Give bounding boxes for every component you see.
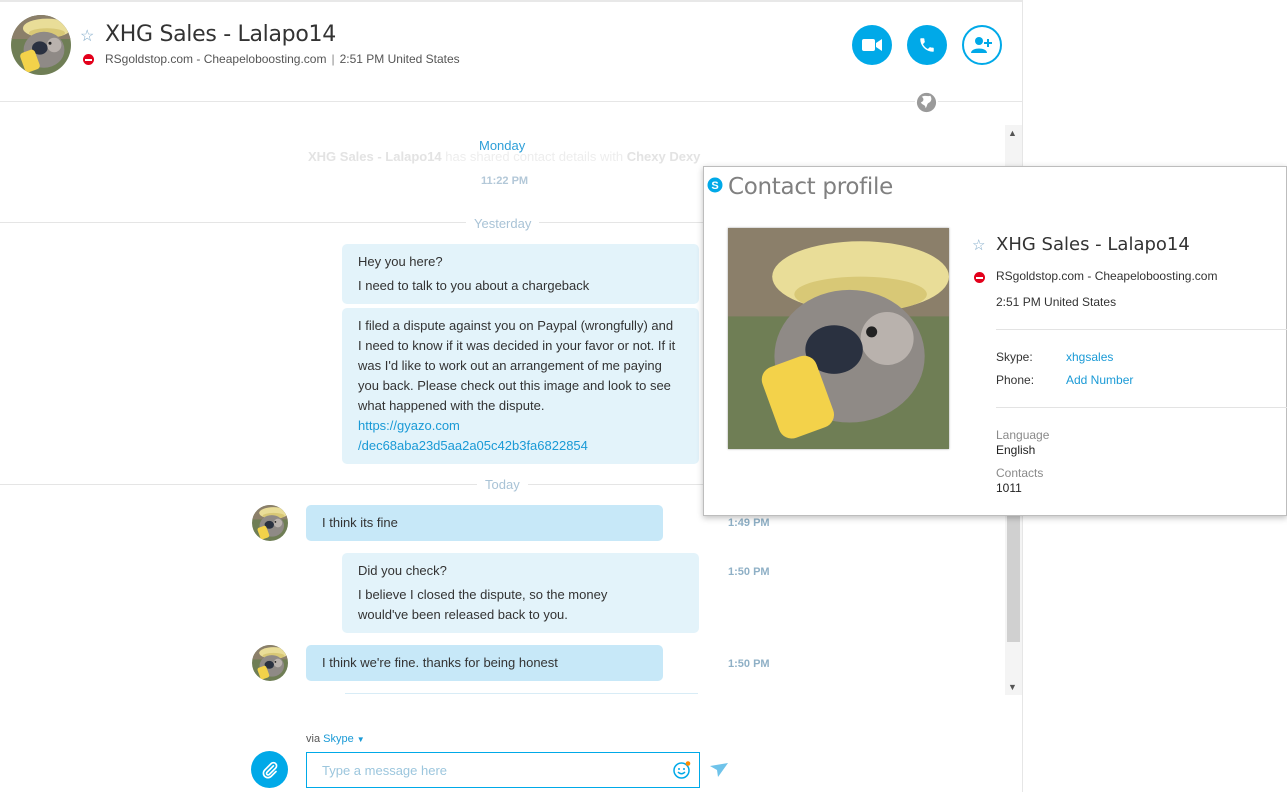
message-text: I think we're fine. thanks for being hon… — [322, 655, 558, 670]
profile-title: Contact profile — [728, 174, 893, 200]
sender-avatar[interactable] — [252, 505, 288, 541]
contacts-count: 1011 — [996, 481, 1022, 495]
scroll-down-icon[interactable]: ▼ — [1008, 682, 1017, 692]
scroll-up-icon[interactable]: ▲ — [1008, 128, 1017, 138]
favorite-star-icon[interactable]: ☆ — [972, 236, 985, 254]
send-button[interactable] — [710, 762, 728, 778]
emoticon-button[interactable] — [672, 760, 692, 780]
skype-name-link[interactable]: xhgsales — [1066, 350, 1113, 364]
attach-file-button[interactable] — [251, 751, 288, 788]
profile-mood: RSgoldstop.com - Cheapeloboosting.com — [996, 269, 1218, 283]
via-service[interactable]: Skype — [323, 733, 354, 745]
subtitle-separator: | — [331, 52, 335, 66]
contacts-label: Contacts — [996, 466, 1044, 480]
message-input[interactable] — [306, 752, 700, 788]
paperclip-icon — [262, 761, 277, 779]
send-arrow-icon — [710, 763, 728, 777]
skype-label: Skype: — [996, 350, 1033, 364]
message-line: I need to talk to you about a chargeback — [358, 278, 590, 293]
do-not-disturb-status-icon — [83, 54, 94, 65]
profile-local-time: 2:51 PM United States — [996, 295, 1117, 309]
audio-call-button[interactable] — [907, 25, 947, 65]
profile-name: XHG Sales - Lalapo14 — [996, 234, 1190, 255]
add-number-link[interactable]: Add Number — [1066, 373, 1133, 387]
message-bubble[interactable]: I filed a dispute against you on Paypal … — [342, 308, 699, 464]
event-action: has shared contact details with — [445, 149, 624, 164]
message-bubble[interactable]: I think its fine — [306, 505, 663, 541]
message-time: 1:49 PM — [728, 517, 770, 529]
message-line: Did you check? — [358, 563, 447, 578]
smiley-icon — [673, 761, 691, 779]
chevron-down-icon[interactable]: ▼ — [357, 735, 365, 744]
day-label-today: Today — [477, 477, 528, 492]
language-label: Language — [996, 428, 1050, 442]
day-label-yesterday: Yesterday — [466, 216, 540, 231]
contact-subtitle: RSgoldstop.com - Cheapeloboosting.com | 2:… — [105, 52, 460, 66]
contact-name[interactable]: XHG Sales - Lalapo14 — [105, 22, 336, 47]
message-line: Hey you here? — [358, 254, 443, 269]
phone-icon — [920, 38, 934, 52]
send-via-selector[interactable]: via Skype ▼ — [306, 733, 365, 745]
via-prefix: via — [306, 733, 321, 745]
favorite-star-icon[interactable]: ☆ — [80, 26, 94, 46]
message-bubble[interactable]: Did you check? I believe I closed the di… — [342, 553, 699, 633]
add-person-icon — [971, 37, 992, 53]
do-not-disturb-status-icon — [974, 272, 985, 283]
video-camera-icon — [862, 39, 882, 51]
system-event-time: 11:22 PM — [481, 175, 529, 187]
message-text: I filed a dispute against you on Paypal … — [358, 318, 676, 413]
system-event-text: XHG Sales - Lalapo14 has shared contact … — [308, 149, 700, 164]
skype-logo-icon: S — [707, 177, 723, 193]
message-text: I think its fine — [322, 515, 398, 530]
sender-avatar[interactable] — [252, 645, 288, 681]
divider — [996, 407, 1287, 408]
message-line: I believe I closed the dispute, so the m… — [358, 587, 608, 622]
contact-avatar[interactable] — [11, 15, 71, 75]
conversation-header: ☆ XHG Sales - Lalapo14 RSgoldstop.com - … — [0, 0, 1022, 102]
video-call-button[interactable] — [852, 25, 892, 65]
phone-label: Phone: — [996, 373, 1035, 387]
contact-local-time: 2:51 PM United States — [339, 52, 460, 66]
message-link-line-2[interactable]: /dec68aba23d5aa2a05c42b3fa6822854 — [358, 436, 683, 456]
contact-mood: RSgoldstop.com - Cheapeloboosting.com — [105, 52, 327, 66]
svg-text:S: S — [711, 180, 718, 192]
event-actor: XHG Sales - Lalapo14 — [308, 149, 442, 164]
profile-photo — [728, 228, 949, 449]
message-time: 1:50 PM — [728, 566, 770, 578]
message-time: 1:50 PM — [728, 658, 770, 670]
message-bubble[interactable]: I think we're fine. thanks for being hon… — [306, 645, 663, 681]
message-link-line-1[interactable]: https://gyazo.com — [358, 416, 683, 436]
contact-profile-popup[interactable]: S Contact profile ☆ XHG Sales - Lalapo14… — [703, 166, 1287, 516]
message-divider — [345, 693, 698, 694]
add-people-button[interactable] — [962, 25, 1002, 65]
message-bubble[interactable]: Hey you here? I need to talk to you abou… — [342, 244, 699, 304]
event-target: Chexy Dexy — [626, 149, 701, 164]
language-value: English — [996, 443, 1036, 457]
divider — [996, 329, 1287, 330]
